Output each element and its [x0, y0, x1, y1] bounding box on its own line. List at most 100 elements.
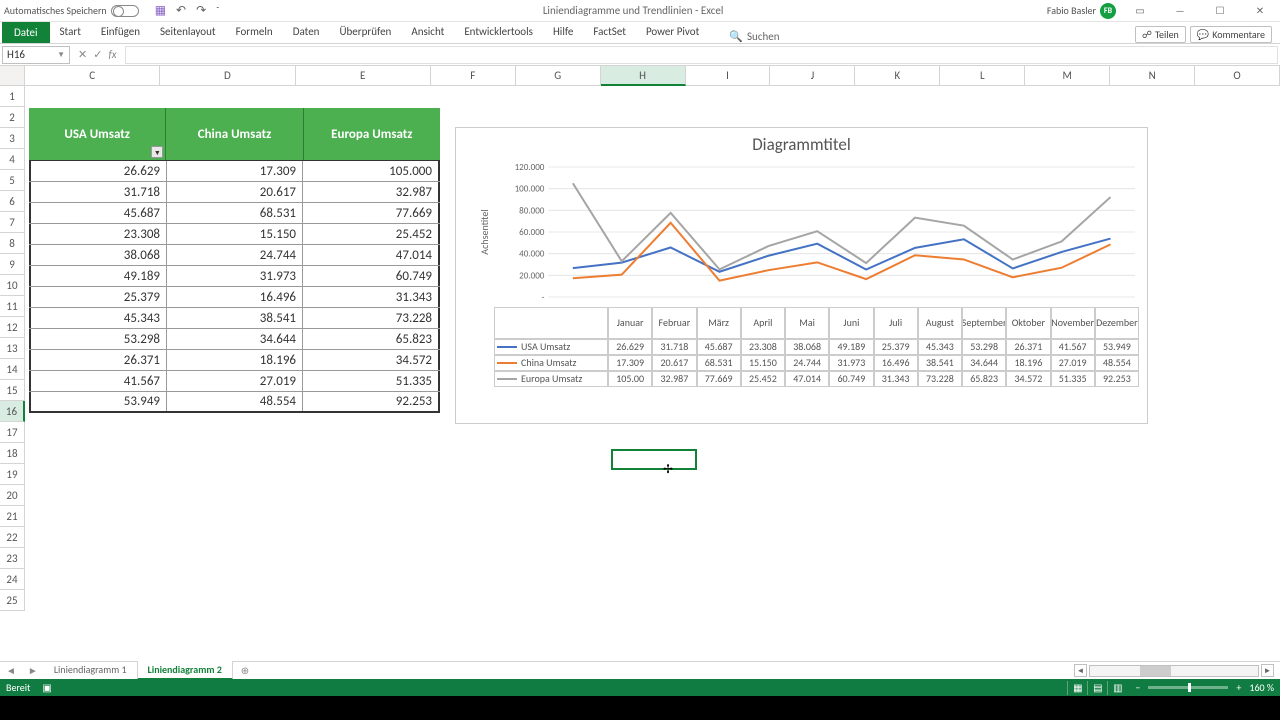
table-cell[interactable]: 73.228 [303, 308, 440, 328]
column-header[interactable]: G [516, 66, 601, 86]
chart-legend-series[interactable]: USA Umsatz [494, 339, 608, 355]
row-header[interactable]: 6 [0, 191, 25, 212]
column-header[interactable]: L [940, 66, 1025, 86]
table-cell[interactable]: 47.014 [303, 245, 440, 265]
row-header[interactable]: 13 [0, 338, 25, 359]
formula-input[interactable] [125, 46, 1278, 64]
row-header[interactable]: 19 [0, 464, 25, 485]
table-cell[interactable]: 16.496 [167, 287, 303, 307]
table-cell[interactable]: 20.617 [167, 182, 303, 202]
ribbon-options-icon[interactable]: ▭ [1124, 1, 1156, 21]
ribbon-tab-überprüfen[interactable]: Überprüfen [329, 22, 401, 43]
table-cell[interactable]: 38.541 [167, 308, 303, 328]
row-header[interactable]: 16 [0, 401, 25, 422]
table-cell[interactable]: 65.823 [303, 329, 440, 349]
table-cell[interactable]: 27.019 [167, 371, 303, 391]
name-box[interactable]: H16 ▼ [2, 46, 70, 64]
user-account[interactable]: Fabio Basler FB [1047, 3, 1116, 19]
table-cell[interactable]: 15.150 [167, 224, 303, 244]
chart-title[interactable]: Diagrammtitel [456, 128, 1147, 157]
zoom-slider[interactable] [1148, 686, 1228, 689]
page-break-view-icon[interactable]: ▥ [1107, 681, 1127, 695]
table-cell[interactable]: 24.744 [167, 245, 303, 265]
column-header[interactable]: O [1195, 66, 1280, 86]
zoom-out-icon[interactable]: − [1135, 681, 1140, 694]
sheet-tab[interactable]: Liniendiagramm 2 [138, 661, 233, 680]
maximize-icon[interactable]: ☐ [1204, 1, 1236, 21]
table-cell[interactable]: 34.572 [303, 350, 440, 370]
table-row[interactable]: 53.94948.55492.253 [29, 392, 440, 413]
chart-data-table[interactable]: JanuarFebruarMärzAprilMaiJuniJuliAugustS… [494, 307, 1139, 387]
table-cell[interactable]: 51.335 [303, 371, 440, 391]
table-row[interactable]: 25.37916.49631.343 [29, 287, 440, 308]
table-cell[interactable]: 31.973 [167, 266, 303, 286]
table-row[interactable]: 53.29834.64465.823 [29, 329, 440, 350]
page-layout-view-icon[interactable]: ▤ [1087, 681, 1107, 695]
ribbon-tab-factset[interactable]: FactSet [583, 22, 636, 43]
column-header[interactable]: F [431, 66, 516, 86]
table-cell[interactable]: 23.308 [29, 224, 167, 244]
table-cell[interactable]: 41.567 [29, 371, 167, 391]
macro-record-icon[interactable]: ▣ [42, 681, 51, 694]
chevron-down-icon[interactable]: ▼ [57, 50, 65, 60]
ribbon-tab-entwicklertools[interactable]: Entwicklertools [454, 22, 543, 43]
row-header[interactable]: 14 [0, 359, 25, 380]
column-header[interactable]: C [25, 66, 160, 86]
normal-view-icon[interactable]: ▦ [1067, 681, 1087, 695]
row-header[interactable]: 20 [0, 485, 25, 506]
row-header[interactable]: 11 [0, 296, 25, 317]
table-header-cell[interactable]: China Umsatz [166, 108, 303, 160]
row-header[interactable]: 7 [0, 212, 25, 233]
column-header[interactable]: N [1110, 66, 1195, 86]
column-header[interactable]: D [160, 66, 295, 86]
column-header[interactable]: J [770, 66, 855, 86]
row-header[interactable]: 9 [0, 254, 25, 275]
row-header[interactable]: 18 [0, 443, 25, 464]
cells-area[interactable]: USA Umsatz▼China UmsatzEuropa Umsatz 26.… [25, 86, 1280, 661]
chart-legend-series[interactable]: China Umsatz [494, 355, 608, 371]
row-header[interactable]: 25 [0, 590, 25, 611]
column-header[interactable]: M [1025, 66, 1110, 86]
zoom-level[interactable]: 160 % [1249, 681, 1274, 694]
comments-button[interactable]: 💬Kommentare [1190, 26, 1272, 43]
table-row[interactable]: 38.06824.74447.014 [29, 245, 440, 266]
table-cell[interactable]: 48.554 [167, 392, 303, 411]
row-header[interactable]: 1 [0, 86, 25, 107]
row-header[interactable]: 15 [0, 380, 25, 401]
ribbon-tab-einfügen[interactable]: Einfügen [91, 22, 150, 43]
row-header[interactable]: 17 [0, 422, 25, 443]
ribbon-tab-daten[interactable]: Daten [283, 22, 330, 43]
column-header[interactable]: I [686, 66, 771, 86]
redo-icon[interactable]: ↷ [196, 3, 206, 18]
scroll-left-icon[interactable]: ◄ [1074, 664, 1087, 677]
table-cell[interactable]: 49.189 [29, 266, 167, 286]
tell-me-search[interactable]: 🔍 Suchen [729, 30, 779, 43]
table-row[interactable]: 45.68768.53177.669 [29, 203, 440, 224]
row-header[interactable]: 12 [0, 317, 25, 338]
ribbon-tab-datei[interactable]: Datei [2, 22, 50, 43]
table-cell[interactable]: 26.371 [29, 350, 167, 370]
ribbon-tab-ansicht[interactable]: Ansicht [401, 22, 454, 43]
table-cell[interactable]: 18.196 [167, 350, 303, 370]
ribbon-tab-seitenlayout[interactable]: Seitenlayout [150, 22, 226, 43]
table-cell[interactable]: 60.749 [303, 266, 440, 286]
select-all-corner[interactable] [0, 66, 25, 86]
y-axis-title[interactable]: Achsentitel [478, 209, 491, 254]
table-cell[interactable]: 92.253 [303, 392, 440, 411]
row-header[interactable]: 8 [0, 233, 25, 254]
table-cell[interactable]: 17.309 [167, 161, 303, 181]
table-row[interactable]: 45.34338.54173.228 [29, 308, 440, 329]
chart-plot-area[interactable]: Achsentitel 120.000100.00080.00060.00040… [494, 159, 1139, 305]
add-sheet-button[interactable]: ⊕ [233, 662, 257, 679]
table-cell[interactable]: 77.669 [303, 203, 440, 223]
ribbon-tab-formeln[interactable]: Formeln [226, 22, 283, 43]
table-row[interactable]: 49.18931.97360.749 [29, 266, 440, 287]
table-row[interactable]: 31.71820.61732.987 [29, 182, 440, 203]
enter-formula-icon[interactable]: ✓ [93, 48, 102, 61]
table-header-cell[interactable]: USA Umsatz▼ [29, 108, 166, 160]
ribbon-tab-power pivot[interactable]: Power Pivot [636, 22, 709, 43]
undo-icon[interactable]: ↶ [176, 3, 186, 18]
close-icon[interactable]: ✕ [1244, 1, 1276, 21]
line-chart[interactable]: Diagrammtitel Achsentitel 120.000100.000… [455, 127, 1148, 424]
sheet-nav-prev-icon[interactable]: ◄ [0, 664, 22, 677]
